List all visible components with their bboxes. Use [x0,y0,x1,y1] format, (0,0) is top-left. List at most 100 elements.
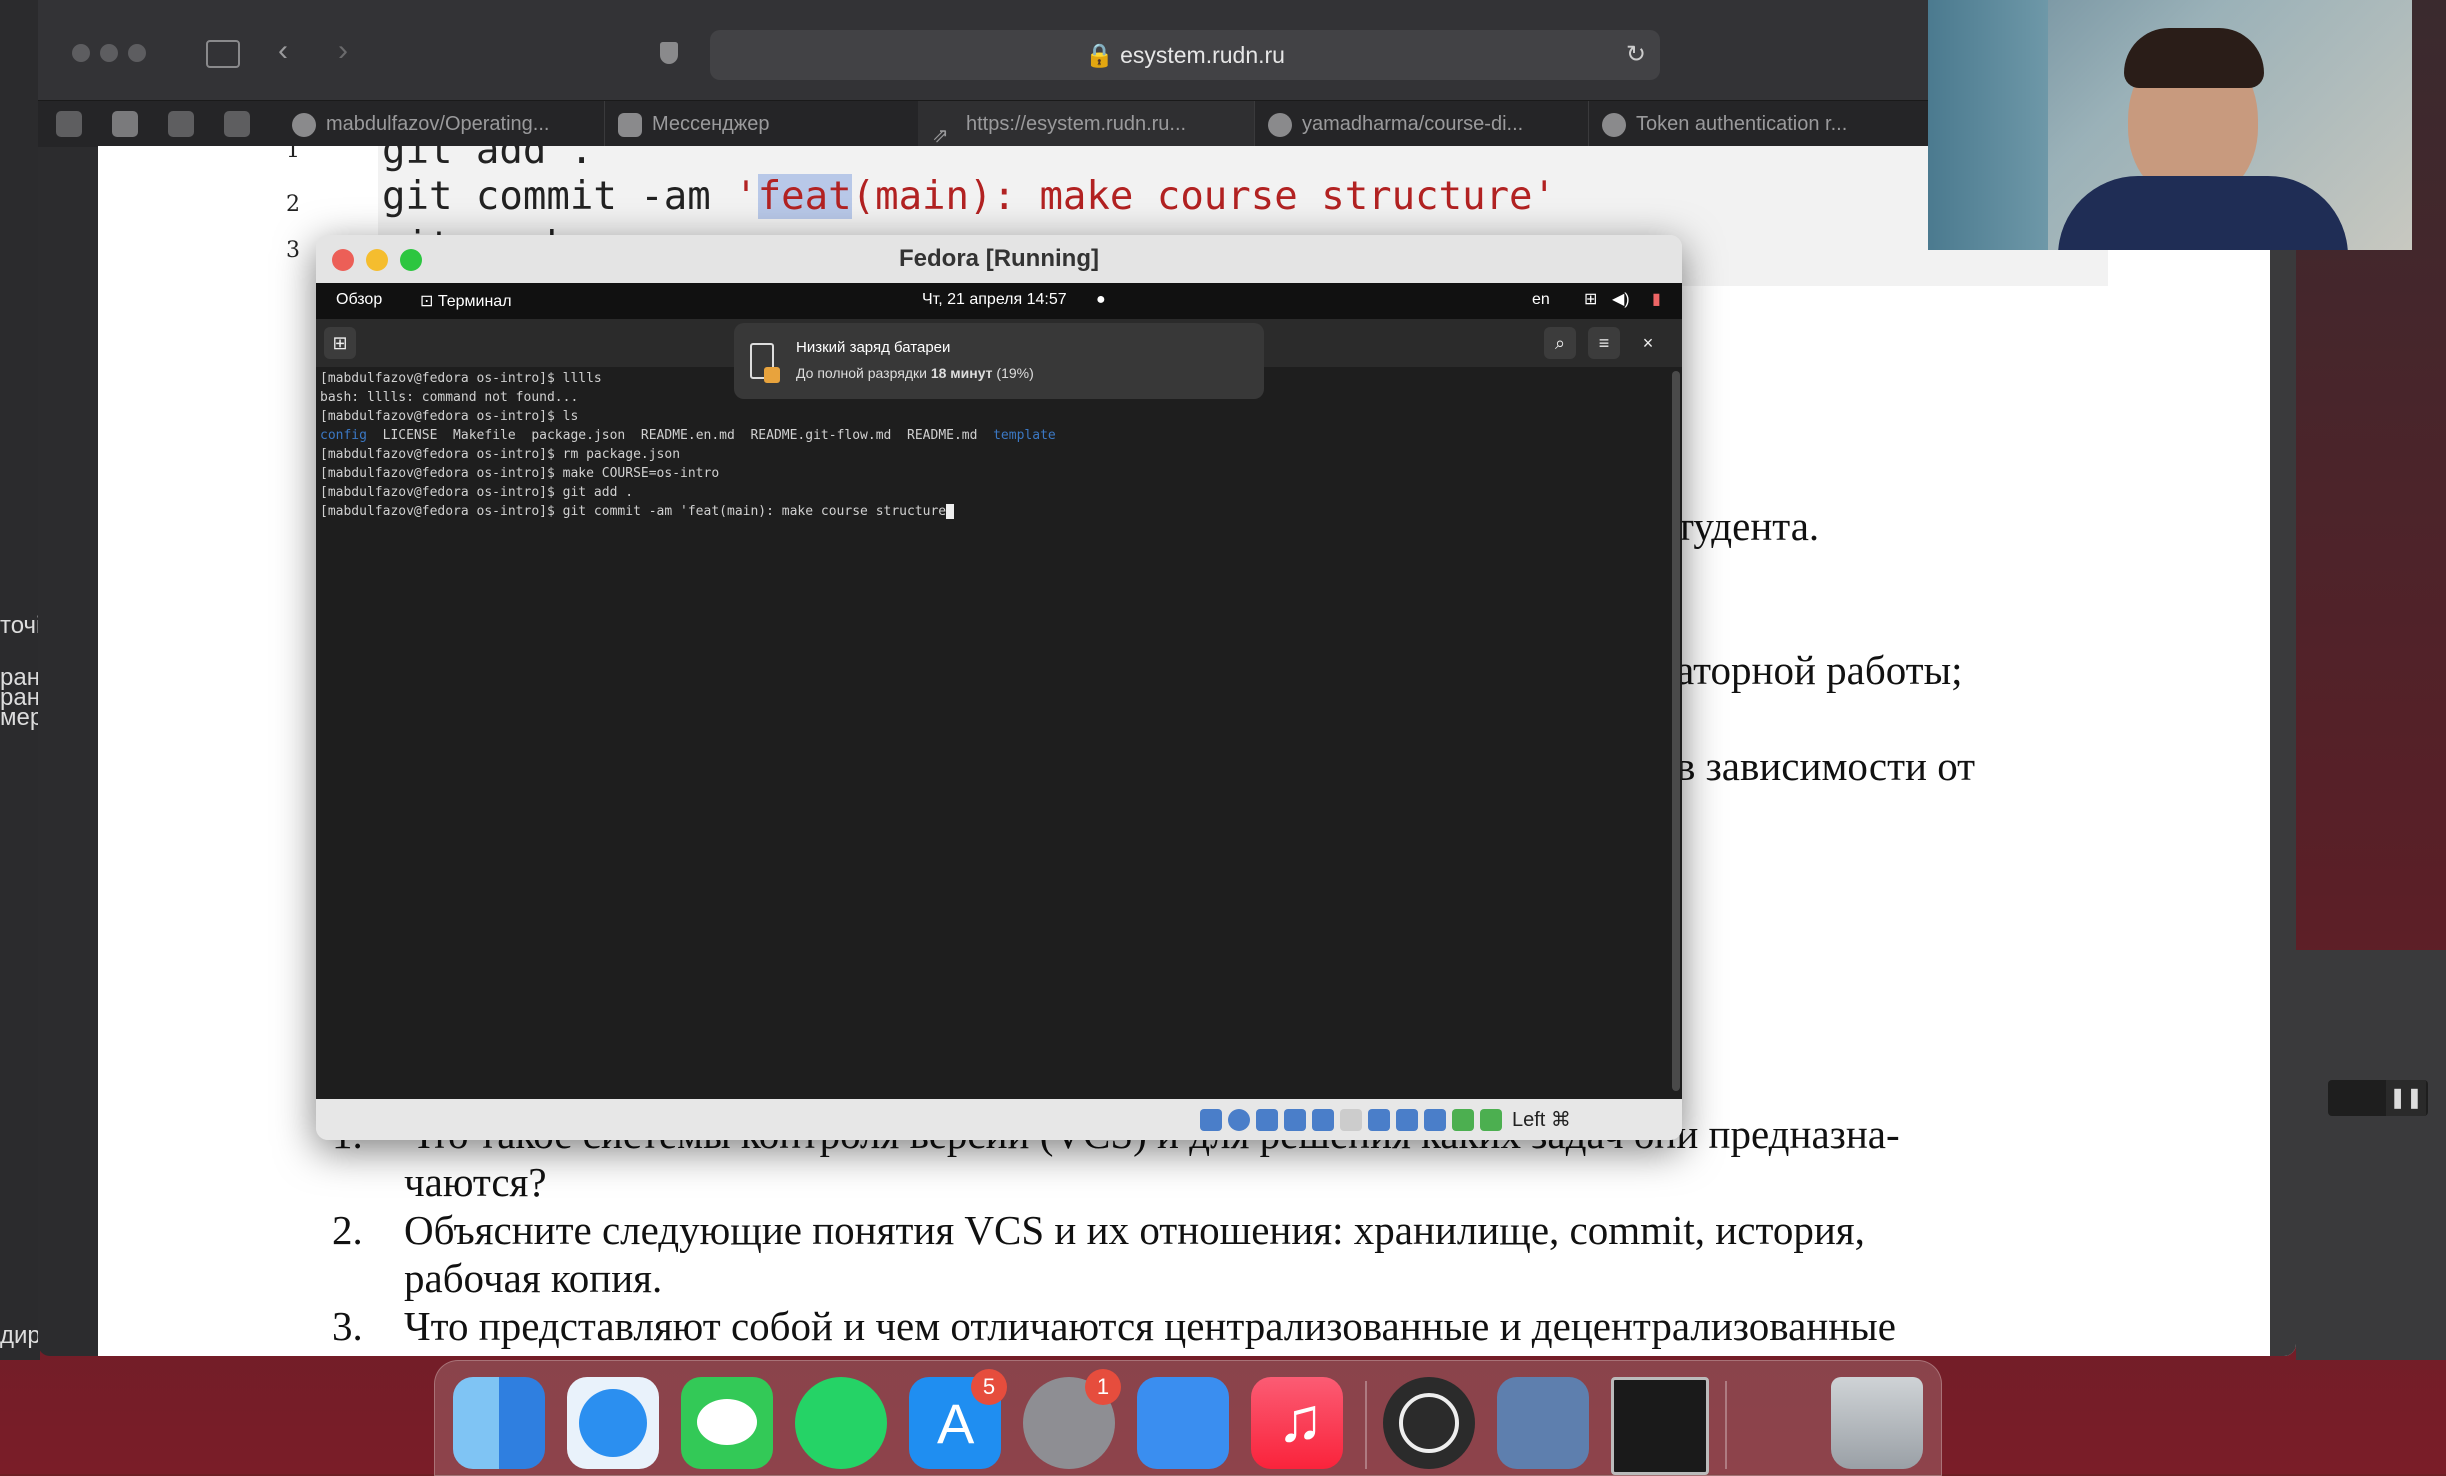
messages-icon[interactable] [681,1377,773,1469]
whatsapp-icon[interactable] [795,1377,887,1469]
battery-low-icon[interactable]: ▮ [1652,289,1661,309]
github-icon [1268,112,1292,137]
app-menu-label: Терминал [437,293,512,310]
system-preferences-icon[interactable]: 1 [1023,1369,1121,1469]
close-icon[interactable]: × [1632,327,1664,359]
battery-warning-icon [750,343,780,383]
tab-label: https://esystem.rudn.ru... [966,113,1187,135]
network-icon[interactable]: ⊞ [1584,289,1597,309]
privacy-shield-icon[interactable] [660,42,678,64]
reload-icon[interactable]: ↻ [1626,40,1646,69]
code-command: git commit -am [382,174,735,219]
tab-esystem[interactable]: ⇗ https://esystem.rudn.ru... [918,101,1255,147]
low-battery-notification[interactable]: Низкий заряд батареи До полной разрядки … [734,323,1264,399]
vk-icon [618,112,642,137]
host-key-label: Left ⌘ [1512,1109,1571,1131]
tab-github-operating[interactable]: mabdulfazov/Operating... [278,101,605,147]
background-text: мер [0,704,44,731]
virtualbox-window: Fedora [Running] Обзор ⊡ Терминал Чт, 21… [316,235,1682,1140]
vm-zoom-button[interactable] [400,249,422,271]
back-arrow-icon[interactable]: ‹ [278,34,288,68]
paragraph-fragment: тудента. [1676,503,1820,549]
search-icon[interactable]: ⌕ [1544,327,1576,359]
question-text: рабочая копия. [404,1255,663,1301]
background-text: дир [0,1322,41,1349]
app-store-icon[interactable]: A5 [909,1369,1007,1469]
terminal-input-line[interactable]: [mabdulfazov@fedora os-intro]$ git commi… [320,504,954,519]
address-bar[interactable]: 🔒 esystem.rudn.ru ↻ [710,30,1660,80]
usb-icon[interactable] [1312,1109,1334,1131]
virtualbox-icon[interactable] [1497,1377,1589,1469]
forward-arrow-icon[interactable]: › [338,34,348,68]
code-string: ' [734,174,758,219]
display-icon[interactable] [1368,1109,1390,1131]
text-cursor [946,504,954,519]
shared-folder-icon[interactable] [1340,1109,1362,1131]
terminal-line: [mabdulfazov@fedora os-intro]$ lllls [320,371,602,386]
xcode-icon[interactable] [1137,1377,1229,1469]
tab-messenger[interactable]: Мессенджер [604,101,919,147]
terminal-line: bash: lllls: command not found... [320,390,579,405]
mouse-integration-icon[interactable] [1480,1109,1502,1131]
question-text: Что представляют собой и чем отличаются … [404,1303,1896,1349]
clock[interactable]: Чт, 21 апреля 14:57 [922,291,1067,309]
paragraph-fragment: аторной работы; [1676,647,1963,693]
guest-additions-icon[interactable] [1452,1109,1474,1131]
vm-preview-icon[interactable] [1611,1377,1709,1475]
hamburger-menu-icon[interactable]: ≡ [1588,327,1620,359]
activities-button[interactable]: Обзор [336,291,382,309]
trash-icon[interactable] [1831,1377,1923,1469]
optical-drive-icon[interactable] [1228,1109,1250,1131]
question-text: чаются? [404,1159,547,1205]
audio-icon[interactable] [1256,1109,1278,1131]
code-line: git commit -am 'feat(main): make course … [382,174,1556,219]
zoom-window-button[interactable] [128,44,146,62]
mail-pinned-tab-icon[interactable] [56,111,82,137]
scrollbar[interactable] [2270,146,2296,1356]
youtube-pinned-tab-icon[interactable] [112,111,138,137]
line-number: 1 [286,146,300,163]
gmail-pinned-tab-icon[interactable] [224,111,250,137]
tab-github-course[interactable]: yamadharma/course-di... [1254,101,1589,147]
volume-icon[interactable]: ◀) [1612,289,1630,309]
line-number: 2 [286,192,300,217]
vm-status-bar: Left ⌘ [316,1099,1682,1140]
keyboard-layout-indicator[interactable]: en [1532,291,1550,309]
webcam-preview [1928,0,2412,250]
code-highlight: feat [757,174,852,219]
vm-minimize-button[interactable] [366,249,388,271]
terminal-line: config LICENSE Makefile package.json REA… [320,428,1056,443]
network-adapter-icon[interactable] [1284,1109,1306,1131]
vm-close-button[interactable] [332,249,354,271]
dock: A5 1 ♫ [434,1360,1942,1476]
github-icon [1602,112,1626,137]
pause-icon[interactable]: ❚❚ [2386,1080,2426,1116]
file-list: LICENSE Makefile package.json README.en.… [366,428,994,443]
github-icon [292,112,316,137]
dir-name: config [320,428,367,443]
tab-label: Мессенджер [652,113,770,135]
music-icon[interactable]: ♫ [1251,1377,1343,1469]
hard-disk-icon[interactable] [1200,1109,1222,1131]
notification-body: До полной разрядки 18 минут (19%) [796,365,1034,381]
tab-token-auth[interactable]: Token authentication r... [1588,101,1929,147]
terminal-app-menu[interactable]: ⊡ Терминал [420,291,512,311]
close-window-button[interactable] [72,44,90,62]
finder-icon[interactable] [453,1377,545,1469]
notification-dot-icon: ● [1096,291,1106,308]
terminal-line: [mabdulfazov@fedora os-intro]$ rm packag… [320,447,681,462]
video-capture-icon[interactable] [1396,1109,1418,1131]
dock-separator [1725,1381,1727,1469]
new-tab-icon[interactable]: ⊞ [324,327,356,359]
terminal-scrollbar[interactable] [1672,371,1680,1091]
question-number: 2. [332,1207,363,1253]
terminal-window: ⊞ ⌕ ≡ × Низкий заряд батареи До полной р… [316,319,1682,1099]
cpu-icon[interactable] [1424,1109,1446,1131]
system-preferences-badge: 1 [1085,1369,1121,1405]
tab-label: Token authentication r... [1636,113,1848,135]
safari-icon[interactable] [567,1377,659,1469]
apple-pinned-tab-icon[interactable] [168,111,194,137]
sidebar-toggle-icon[interactable] [206,40,240,68]
minimize-window-button[interactable] [100,44,118,62]
obs-icon[interactable] [1383,1377,1475,1469]
